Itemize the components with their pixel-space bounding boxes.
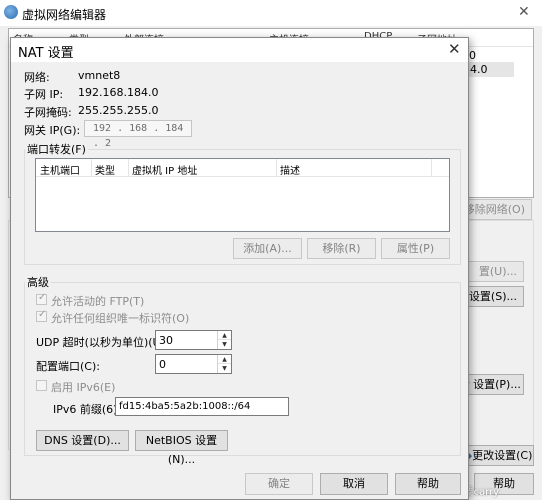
subnet-mask-value: 255.255.255.0 [78, 104, 159, 117]
udp-timeout-arrows[interactable]: ▲ ▼ [217, 331, 231, 349]
udp-timeout-label: UDP 超时(以秒为单位)(U): [36, 336, 169, 349]
dhcp-settings-button-bg[interactable]: 设置(S)... [462, 286, 524, 307]
enable-ipv6-checkbox[interactable] [36, 380, 47, 391]
enable-ipv6-label: 启用 IPv6(E) [51, 381, 116, 394]
port-forwarding-legend: 端口转发(F) [25, 141, 88, 157]
column-divider [276, 159, 277, 176]
editor-title: 虚拟网络编辑器 [22, 8, 107, 22]
cancel-button[interactable]: 取消 [320, 473, 388, 495]
network-label: 网络: [24, 71, 50, 84]
allow-active-ftp-checkbox[interactable] [36, 292, 47, 305]
subnet-ip-value: 192.168.184.0 [78, 86, 159, 99]
subnet-mask-label: 子网掩码: [24, 106, 72, 119]
ok-button[interactable]: 确定 [245, 473, 313, 495]
network-app-icon [4, 5, 18, 19]
allow-any-oui-checkbox[interactable] [36, 309, 47, 322]
column-divider [128, 159, 129, 176]
udp-timeout-stepper[interactable]: 30 ▲ ▼ [155, 330, 232, 350]
column-host-port[interactable]: 主机端口 [40, 162, 80, 177]
advanced-legend: 高级 [25, 274, 51, 290]
udp-timeout-value: 30 [159, 334, 173, 347]
column-divider [91, 159, 92, 176]
chevron-down-icon[interactable]: ▼ [218, 340, 231, 349]
chevron-up-icon[interactable]: ▲ [218, 331, 231, 340]
ipv6-prefix-input[interactable]: fd15:4ba5:5a2b:1008::/64 [115, 397, 289, 416]
config-port-arrows[interactable]: ▲ ▼ [217, 355, 231, 373]
allow-any-oui-label: 允许任何组织唯一标识符(O) [51, 312, 190, 325]
column-type[interactable]: 类型 [95, 162, 115, 177]
chevron-up-icon[interactable]: ▲ [218, 355, 231, 364]
nat-settings-dialog: NAT 设置 ✕ 网络: vmnet8 子网 IP: 192.168.184.0… [10, 37, 469, 500]
help-button[interactable]: 帮助 [395, 473, 461, 495]
port-properties-button[interactable]: 属性(P) [381, 238, 450, 259]
dns-settings-button[interactable]: DNS 设置(D)... [36, 430, 129, 451]
editor-close-icon[interactable]: ✕ [518, 4, 530, 20]
remove-port-button[interactable]: 移除(R) [307, 238, 376, 259]
change-settings-label: 更改设置(C) [472, 449, 533, 462]
port-forwarding-list[interactable]: 主机端口 类型 虚拟机 IP 地址 描述 [35, 158, 450, 232]
subnet-ip-label: 子网 IP: [24, 88, 64, 101]
nat-settings-button-bg[interactable]: 置(U)... [462, 261, 524, 282]
remove-network-button[interactable]: 移除网络(O) [462, 199, 532, 220]
port-forwarding-header: 主机端口 类型 虚拟机 IP 地址 描述 [36, 159, 449, 177]
dialog-titlebar: NAT 设置 ✕ [11, 38, 468, 62]
network-value: vmnet8 [78, 69, 121, 82]
config-port-label: 配置端口(C): [36, 360, 100, 373]
editor-titlebar: 虚拟网络编辑器 ✕ [0, 0, 542, 26]
column-divider [431, 159, 432, 176]
gateway-ip-label: 网关 IP(G): [24, 124, 81, 137]
ipv6-prefix-label: IPv6 前缀(6): [53, 403, 122, 416]
close-icon[interactable]: ✕ [448, 40, 461, 58]
add-port-button[interactable]: 添加(A)... [233, 238, 302, 259]
allow-active-ftp-label: 允许活动的 FTP(T) [51, 295, 145, 308]
change-settings-button[interactable]: ◆更改设置(C) [462, 445, 534, 466]
netbios-settings-button[interactable]: NetBIOS 设置(N)... [135, 430, 228, 466]
config-port-value: 0 [159, 358, 166, 371]
chevron-down-icon[interactable]: ▼ [218, 364, 231, 373]
column-vm-ip[interactable]: 虚拟机 IP 地址 [132, 162, 197, 177]
list-cell-subnet-2: 4.0 [470, 63, 488, 76]
gateway-ip-input[interactable]: 192 . 168 . 184 . 2 [84, 120, 192, 149]
dialog-title: NAT 设置 [18, 46, 74, 61]
config-port-stepper[interactable]: 0 ▲ ▼ [155, 354, 232, 374]
column-description[interactable]: 描述 [280, 162, 300, 177]
list-cell-subnet-1: 0 [469, 49, 476, 62]
ip-settings-button-bg[interactable]: P 设置(P)... [462, 374, 524, 395]
